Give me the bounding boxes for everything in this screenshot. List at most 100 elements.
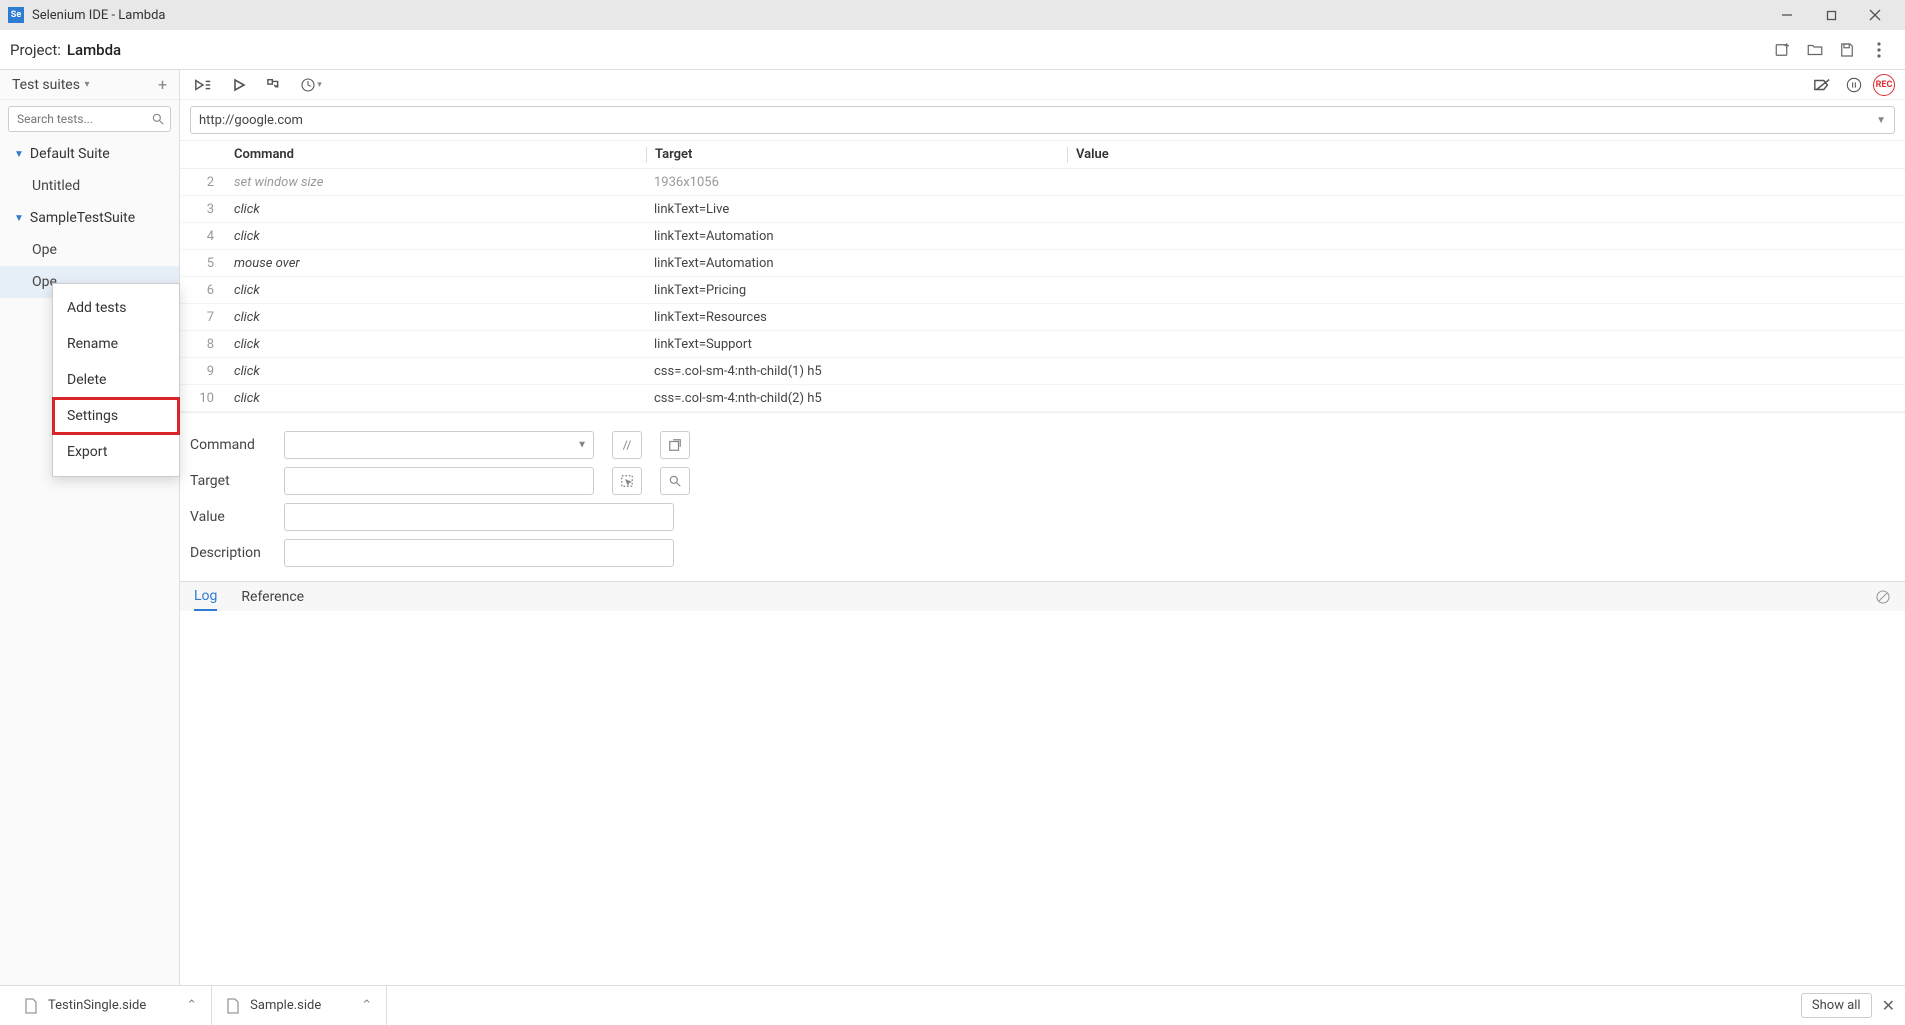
suite-label: Default Suite: [30, 146, 110, 162]
step-number: 2: [180, 175, 226, 190]
editor-value-input[interactable]: [284, 503, 674, 531]
menu-item-add-tests[interactable]: Add tests: [53, 290, 179, 326]
run-button[interactable]: [226, 72, 252, 98]
more-menu-icon[interactable]: [1863, 34, 1895, 66]
clear-log-icon[interactable]: [1875, 589, 1891, 605]
close-footer-icon[interactable]: ✕: [1882, 996, 1895, 1015]
step-command: mouse over: [226, 256, 646, 271]
tab-reference[interactable]: Reference: [241, 584, 304, 610]
menu-item-rename[interactable]: Rename: [53, 326, 179, 362]
context-menu: Add testsRenameDeleteSettingsExport: [52, 283, 180, 477]
footer: TestinSingle.side ⌃ Sample.side ⌃ Show a…: [0, 985, 1905, 1025]
step-row[interactable]: 3clicklinkText=Live: [180, 196, 1905, 223]
chevron-down-icon[interactable]: ▼: [1876, 115, 1886, 126]
step-command: click: [226, 337, 646, 352]
footer-file-1[interactable]: TestinSingle.side ⌃: [10, 986, 212, 1025]
window-title: Selenium IDE - Lambda: [32, 8, 1765, 23]
step-target: css=.col-sm-4:nth-child(2) h5: [646, 391, 1066, 406]
maximize-button[interactable]: [1809, 0, 1853, 30]
suite-default[interactable]: ▼ Default Suite: [0, 138, 179, 170]
select-target-button[interactable]: [612, 467, 642, 495]
suite-sampletestsuite[interactable]: ▼SampleTestSuite: [0, 202, 179, 234]
log-body: [180, 611, 1905, 985]
step-number: 5: [180, 256, 226, 271]
step-command: click: [226, 391, 646, 406]
editor-command-input[interactable]: ▼: [284, 431, 594, 459]
step-row[interactable]: 4clicklinkText=Automation: [180, 223, 1905, 250]
step-target: linkText=Support: [646, 337, 1066, 352]
pause-button[interactable]: [1841, 72, 1867, 98]
steps-header: Command Target Value: [180, 141, 1905, 169]
menu-item-export[interactable]: Export: [53, 434, 179, 470]
test-item[interactable]: Ope: [0, 234, 179, 266]
sidebar: Test suites ▾ + ▼Default Suite Untitled …: [0, 70, 180, 985]
editor-target-label: Target: [190, 473, 270, 489]
step-target: linkText=Automation: [646, 256, 1066, 271]
step-target: linkText=Live: [646, 202, 1066, 217]
step-number: 6: [180, 283, 226, 298]
step-command: click: [226, 310, 646, 325]
search-icon[interactable]: [151, 112, 165, 126]
show-all-button[interactable]: Show all: [1801, 993, 1872, 1018]
tab-log[interactable]: Log: [194, 583, 217, 611]
col-command: Command: [226, 147, 646, 162]
chevron-down-icon: ▼: [577, 440, 587, 451]
search-input[interactable]: [8, 106, 171, 132]
step-command: click: [226, 283, 646, 298]
triangle-down-icon: ▼: [14, 149, 24, 160]
step-row[interactable]: 2set window size1936x1056: [180, 169, 1905, 196]
menu-item-settings[interactable]: Settings: [53, 398, 179, 434]
sidebar-dropdown[interactable]: Test suites ▾ +: [0, 70, 179, 100]
sidebar-dropdown-label: Test suites: [12, 77, 80, 93]
step-number: 3: [180, 202, 226, 217]
editor-target-input[interactable]: [284, 467, 594, 495]
speed-button[interactable]: ▾: [298, 72, 324, 98]
base-url-input[interactable]: http://google.com ▼: [190, 106, 1895, 134]
test-untitled[interactable]: Untitled: [0, 170, 179, 202]
disable-breakpoints-button[interactable]: [1809, 72, 1835, 98]
footer-file-2[interactable]: Sample.side ⌃: [212, 986, 387, 1025]
step-editor: Command ▼ // Target Value Description: [180, 412, 1905, 581]
record-button[interactable]: REC: [1873, 74, 1895, 96]
triangle-down-icon: ▼: [14, 213, 24, 224]
step-number: 9: [180, 364, 226, 379]
step-row[interactable]: 7clicklinkText=Resources: [180, 304, 1905, 331]
step-number: 4: [180, 229, 226, 244]
step-row[interactable]: 9clickcss=.col-sm-4:nth-child(1) h5: [180, 358, 1905, 385]
document-icon: [24, 998, 38, 1014]
find-target-button[interactable]: [660, 467, 690, 495]
close-button[interactable]: [1853, 0, 1897, 30]
step-row[interactable]: 5mouse overlinkText=Automation: [180, 250, 1905, 277]
main-panel: ▾ REC http://google.com ▼ Command Target…: [180, 70, 1905, 985]
col-value: Value: [1068, 147, 1905, 162]
editor-description-input[interactable]: [284, 539, 674, 567]
step-row[interactable]: 6clicklinkText=Pricing: [180, 277, 1905, 304]
step-command: click: [226, 202, 646, 217]
chevron-up-icon[interactable]: ⌃: [186, 998, 197, 1013]
step-target: linkText=Pricing: [646, 283, 1066, 298]
project-name: Lambda: [67, 41, 121, 59]
menu-item-delete[interactable]: Delete: [53, 362, 179, 398]
minimize-button[interactable]: [1765, 0, 1809, 30]
step-button[interactable]: [262, 72, 288, 98]
open-project-icon[interactable]: [1799, 34, 1831, 66]
step-row[interactable]: 8clicklinkText=Support: [180, 331, 1905, 358]
save-project-icon[interactable]: [1831, 34, 1863, 66]
editor-command-label: Command: [190, 437, 270, 453]
titlebar: Se Selenium IDE - Lambda: [0, 0, 1905, 30]
open-new-window-button[interactable]: [660, 431, 690, 459]
footer-file-name: TestinSingle.side: [48, 998, 146, 1013]
step-target: linkText=Automation: [646, 229, 1066, 244]
project-label: Project:: [10, 41, 61, 59]
step-command: click: [226, 229, 646, 244]
step-row[interactable]: 10clickcss=.col-sm-4:nth-child(2) h5: [180, 385, 1905, 412]
toggle-comment-button[interactable]: //: [612, 431, 642, 459]
app-icon: Se: [8, 7, 24, 23]
add-suite-icon[interactable]: +: [158, 75, 167, 94]
steps-grid[interactable]: 2set window size1936x10563clicklinkText=…: [180, 169, 1905, 412]
base-url-value: http://google.com: [199, 113, 303, 128]
chevron-up-icon[interactable]: ⌃: [361, 998, 372, 1013]
run-all-button[interactable]: [190, 72, 216, 98]
step-command: click: [226, 364, 646, 379]
new-project-icon[interactable]: [1767, 34, 1799, 66]
